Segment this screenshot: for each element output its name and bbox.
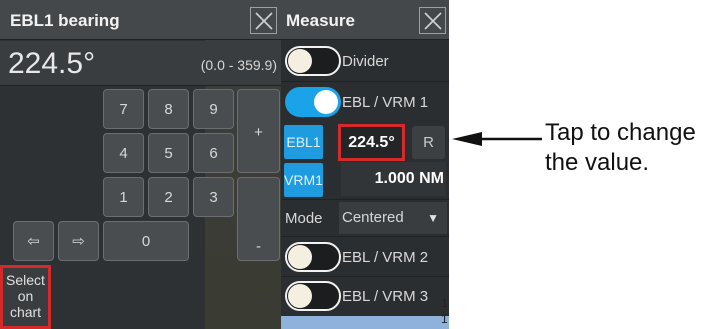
toggle-knob xyxy=(288,245,312,269)
mode-label: Mode xyxy=(285,210,323,227)
range-label: (0.0 - 359.9) xyxy=(200,57,277,73)
select-on-chart-line2: on xyxy=(17,288,34,304)
measure-panel-header: Measure xyxy=(281,0,449,40)
chart-edge-digit: 1 xyxy=(441,312,448,326)
toggle-knob xyxy=(288,284,312,308)
vrm-range-field[interactable]: 1.000 NM xyxy=(341,162,446,196)
key-3[interactable]: 3 xyxy=(193,177,234,217)
key-5[interactable]: 5 xyxy=(148,133,189,173)
key-plus[interactable]: + xyxy=(237,89,280,173)
select-on-chart-button[interactable]: Select on chart xyxy=(0,265,51,329)
ebl-bearing-field[interactable]: 224.5° xyxy=(338,124,405,161)
mode-select[interactable]: Centered ▼ xyxy=(339,202,447,234)
key-4[interactable]: 4 xyxy=(103,133,144,173)
chart-edge-digit: 1 xyxy=(441,296,448,310)
callout-arrow-icon xyxy=(452,132,542,146)
chart-edge-strip xyxy=(281,316,449,329)
ebl-vrm2-label: EBL / VRM 2 xyxy=(342,249,429,266)
callout-line1: Tap to change xyxy=(545,119,696,146)
close-button[interactable] xyxy=(250,7,277,34)
toggle-knob xyxy=(314,90,338,114)
cursor-right-key[interactable]: ⇨ xyxy=(58,221,99,261)
ebl1-button[interactable]: EBL1 xyxy=(284,125,323,159)
callout-text: Tap to change the value. xyxy=(545,118,722,178)
divider-row: Divider xyxy=(281,41,449,82)
key-8[interactable]: 8 xyxy=(148,89,189,129)
ebl-vrm1-label: EBL / VRM 1 xyxy=(342,94,429,111)
key-6[interactable]: 6 xyxy=(193,133,234,173)
mode-value: Centered xyxy=(342,209,404,226)
close-icon xyxy=(254,11,273,30)
key-7[interactable]: 7 xyxy=(103,89,144,129)
panel-title: Measure xyxy=(286,11,355,30)
select-on-chart-line3: chart xyxy=(9,304,42,320)
bearing-value-display: 224.5° xyxy=(8,47,96,80)
ebl-vrm3-label: EBL / VRM 3 xyxy=(342,288,429,305)
cursor-left-key[interactable]: ⇦ xyxy=(13,221,54,261)
value-display-row: 224.5° (0.0 - 359.9) xyxy=(0,41,281,86)
divider-label: Divider xyxy=(342,53,389,70)
select-on-chart-line1: Select xyxy=(6,272,45,288)
toggle-knob xyxy=(288,49,312,73)
ebl-panel-header: EBL1 bearing xyxy=(0,0,281,40)
key-0[interactable]: 0 xyxy=(103,221,189,261)
panel-title: EBL1 bearing xyxy=(10,11,120,30)
vrm1-button[interactable]: VRM1 xyxy=(284,163,323,197)
close-icon xyxy=(423,11,442,30)
ebl-vrm3-row: EBL / VRM 3 xyxy=(281,278,449,316)
callout-line2: the value. xyxy=(545,149,650,176)
key-1[interactable]: 1 xyxy=(103,177,144,217)
divider-toggle[interactable] xyxy=(285,46,341,76)
ebl-bearing-panel: EBL1 bearing 224.5° (0.0 - 359.9) 7 8 9 … xyxy=(0,0,281,329)
key-9[interactable]: 9 xyxy=(193,89,234,129)
ebl-vrm1-toggle[interactable] xyxy=(285,87,341,117)
close-button[interactable] xyxy=(419,7,446,34)
key-minus[interactable]: - xyxy=(237,177,280,261)
ebl-vrm2-toggle[interactable] xyxy=(285,242,341,272)
ebl-vrm1-row: EBL / VRM 1 xyxy=(281,83,449,121)
key-2[interactable]: 2 xyxy=(148,177,189,217)
dropdown-caret-icon: ▼ xyxy=(427,211,439,225)
ebl-vrm2-row: EBL / VRM 2 xyxy=(281,239,449,277)
measure-panel: Measure Divider EBL / VRM 1 EBL1 224.5° … xyxy=(281,0,449,329)
relative-button[interactable]: R xyxy=(412,126,445,159)
ebl-vrm3-toggle[interactable] xyxy=(285,281,341,311)
